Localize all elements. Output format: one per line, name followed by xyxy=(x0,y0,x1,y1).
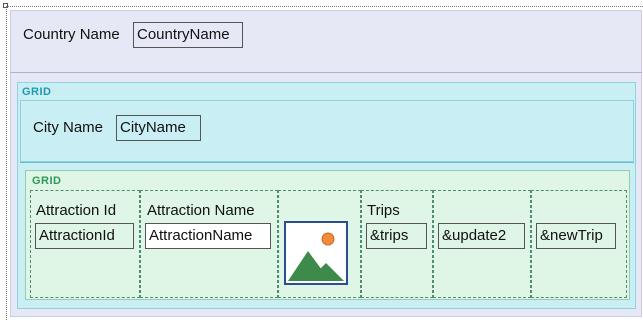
city-name-label: City Name xyxy=(33,119,104,136)
grid-title-inner: GRID xyxy=(32,175,62,187)
city-separator xyxy=(20,162,634,163)
grid-title-outer: GRID xyxy=(22,86,52,98)
attraction-photo[interactable] xyxy=(284,221,348,285)
country-name-label: Country Name xyxy=(23,26,120,43)
city-name-field[interactable]: CityName xyxy=(116,115,201,141)
header-separator xyxy=(10,72,642,73)
attraction-id-header: Attraction Id xyxy=(36,202,117,219)
city-row-panel xyxy=(20,100,634,162)
image-placeholder-icon xyxy=(286,223,346,283)
country-name-field[interactable]: CountryName xyxy=(133,22,243,48)
attraction-name-header: Attraction Name xyxy=(147,202,255,219)
update-variable-field[interactable]: &update2 xyxy=(438,223,525,249)
trips-header: Trips xyxy=(367,202,400,219)
trips-variable-field[interactable]: &trips xyxy=(366,223,427,249)
attraction-id-field[interactable]: AttractionId xyxy=(35,223,134,249)
attraction-name-field[interactable]: AttractionName xyxy=(145,223,271,249)
new-trip-variable-field[interactable]: &newTrip xyxy=(536,223,616,249)
